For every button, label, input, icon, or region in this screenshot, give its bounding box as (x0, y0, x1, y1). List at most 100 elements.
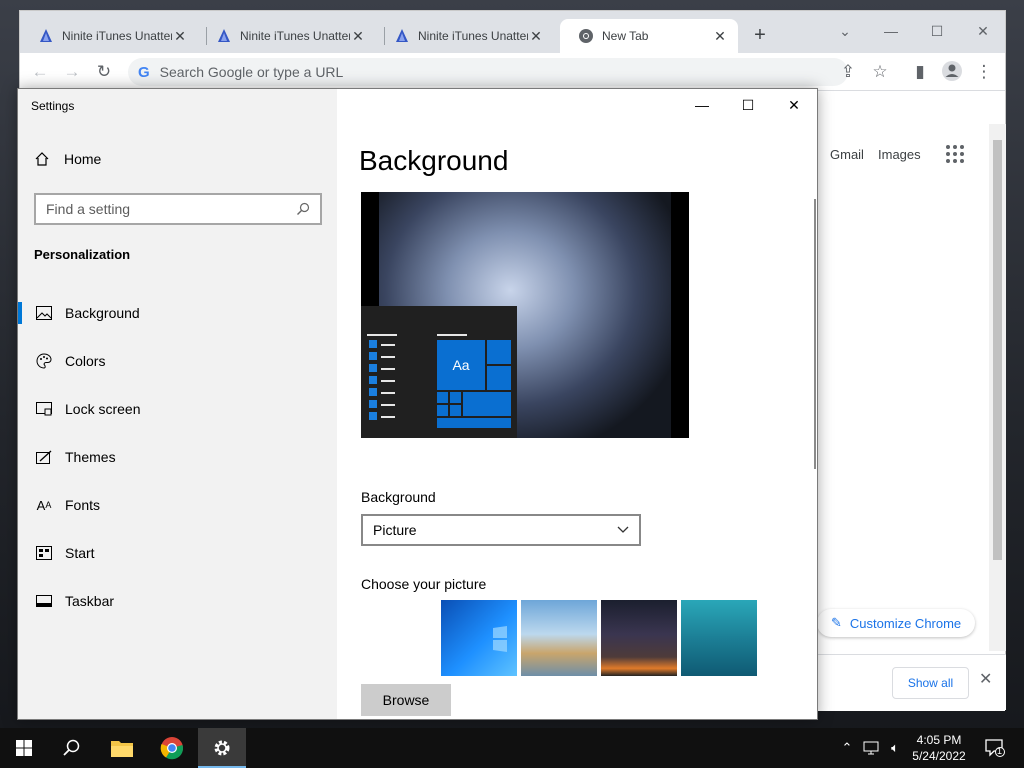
search-icon (297, 202, 310, 215)
sidebar-item-lock-screen[interactable]: Lock screen (18, 389, 337, 429)
sidebar-item-fonts[interactable]: AA Fonts (18, 485, 337, 525)
close-window-icon[interactable]: ✕ (960, 17, 1006, 45)
section-title-personalization: Personalization (34, 247, 131, 262)
minimize-icon[interactable]: — (868, 17, 914, 45)
tab-ninite-1[interactable]: Ninite iTunes Unattended ✕ (20, 19, 198, 53)
tab-search-icon[interactable]: ⌄ (822, 17, 868, 45)
sidebar-item-label: Fonts (65, 497, 101, 513)
tab-new-tab[interactable]: New Tab ✕ (560, 19, 738, 53)
close-window-icon[interactable]: ✕ (779, 95, 809, 115)
taskbar-search-button[interactable] (48, 728, 96, 768)
tab-title: Ninite iTunes Unattended (418, 29, 528, 43)
address-bar[interactable]: G Search Google or type a URL (128, 58, 848, 86)
tab-title: Ninite iTunes Unattended (240, 29, 350, 43)
notification-count: 1 (997, 746, 1003, 756)
picture-thumbnail-windows[interactable] (441, 600, 517, 676)
picture-thumbnail-underwater[interactable] (681, 600, 757, 676)
sidebar-item-label: Themes (65, 449, 116, 465)
chrome-icon (160, 737, 184, 760)
images-link[interactable]: Images (878, 147, 921, 162)
sidebar-item-home[interactable]: Home (34, 151, 101, 167)
content-scrollbar[interactable] (814, 199, 816, 469)
clock-date: 5/24/2022 (912, 749, 966, 763)
settings-window: Settings Home Find a setting Personaliza… (17, 88, 818, 720)
ninite-icon (218, 29, 230, 42)
show-hidden-icons-chevron[interactable]: ⌃ (836, 728, 858, 768)
browse-button[interactable]: Browse (361, 684, 451, 716)
desktop-preview: Aa (361, 192, 689, 438)
background-type-value: Picture (373, 522, 417, 538)
find-setting-input[interactable]: Find a setting (34, 193, 322, 225)
maximize-icon[interactable]: ☐ (914, 17, 960, 45)
close-tab-icon[interactable]: ✕ (528, 28, 544, 45)
tab-strip: Ninite iTunes Unattended ✕ Ninite iTunes… (20, 11, 1005, 53)
folder-icon (111, 741, 133, 757)
start-button[interactable] (0, 728, 48, 768)
tab-ninite-3[interactable]: Ninite iTunes Unattended ✕ (376, 19, 554, 53)
chrome-taskbar-button[interactable] (148, 728, 196, 768)
close-tab-icon[interactable]: ✕ (350, 28, 366, 45)
preview-tile-text: Aa (437, 340, 485, 390)
volume-icon[interactable]: 🔈︎ (884, 728, 906, 768)
sidebar-item-label: Taskbar (65, 593, 115, 609)
palette-icon (34, 351, 54, 371)
system-clock[interactable]: 4:05 PM 5/24/2022 (908, 732, 970, 764)
picture-icon (34, 303, 54, 323)
sidebar-item-taskbar[interactable]: Taskbar (18, 581, 337, 621)
scrollbar-thumb[interactable] (993, 140, 1002, 560)
gear-icon (214, 740, 230, 756)
new-tab-button[interactable]: + (749, 25, 771, 47)
windows-logo-icon (16, 740, 32, 756)
search-icon (63, 739, 80, 756)
fonts-icon: AA (36, 497, 52, 513)
sidebar-item-label: Colors (65, 353, 106, 369)
home-icon (35, 152, 49, 166)
customize-chrome-label: Customize Chrome (849, 615, 962, 631)
chevron-down-icon (617, 526, 629, 533)
sidebar-item-colors[interactable]: Colors (18, 341, 337, 381)
taskbar: ⌃ 🔈︎ 4:05 PM 5/24/2022 1 (0, 728, 1024, 768)
action-center-icon[interactable]: 1 (980, 728, 1010, 768)
background-type-dropdown[interactable]: Picture (361, 514, 641, 546)
sidebar-item-start[interactable]: Start (18, 533, 337, 573)
background-label: Background (361, 489, 436, 505)
close-tab-icon[interactable]: ✕ (172, 28, 188, 45)
home-label: Home (64, 151, 102, 167)
picture-thumbnail-night-sky[interactable] (601, 600, 677, 676)
back-icon[interactable]: ← (28, 60, 52, 84)
google-apps-icon[interactable] (946, 145, 964, 163)
sidebar-item-label: Lock screen (65, 401, 141, 417)
tab-ninite-2[interactable]: Ninite iTunes Unattended ✕ (198, 19, 376, 53)
sidebar-item-label: Start (65, 545, 95, 561)
page-scrollbar[interactable] (989, 124, 1006, 651)
ninite-icon (40, 29, 52, 42)
forward-icon[interactable]: → (60, 60, 84, 84)
close-download-bar-icon[interactable]: ✕ (979, 669, 992, 689)
file-explorer-button[interactable] (98, 728, 146, 768)
side-panel-icon[interactable]: ▮ (908, 60, 932, 84)
customize-chrome-button[interactable]: ✎ Customize Chrome (817, 609, 976, 637)
ninite-icon (396, 29, 408, 42)
download-bar: Show all ✕ (818, 654, 1006, 710)
minimize-icon[interactable]: — (687, 95, 717, 115)
find-setting-placeholder: Find a setting (46, 201, 131, 217)
maximize-icon[interactable]: ☐ (733, 95, 763, 115)
tab-title: Ninite iTunes Unattended (62, 29, 172, 43)
reload-icon[interactable]: ↻ (92, 60, 116, 84)
pencil-icon: ✎ (831, 615, 842, 630)
close-tab-icon[interactable]: ✕ (712, 28, 728, 45)
network-icon[interactable] (860, 728, 882, 768)
show-all-button[interactable]: Show all (892, 667, 969, 699)
tab-title: New Tab (602, 29, 649, 43)
page-title: Background (359, 145, 509, 176)
sidebar-item-themes[interactable]: Themes (18, 437, 337, 477)
sidebar-item-background[interactable]: Background (18, 293, 337, 333)
bookmark-star-icon[interactable]: ☆ (868, 60, 892, 84)
share-icon[interactable]: ⇪ (836, 60, 860, 84)
picture-thumbnail-beach[interactable] (521, 600, 597, 676)
start-icon (34, 543, 54, 563)
settings-taskbar-button[interactable] (198, 728, 246, 768)
menu-kebab-icon[interactable]: ⋮ (972, 60, 996, 84)
profile-avatar-icon[interactable] (940, 60, 964, 84)
gmail-link[interactable]: Gmail (830, 147, 864, 162)
